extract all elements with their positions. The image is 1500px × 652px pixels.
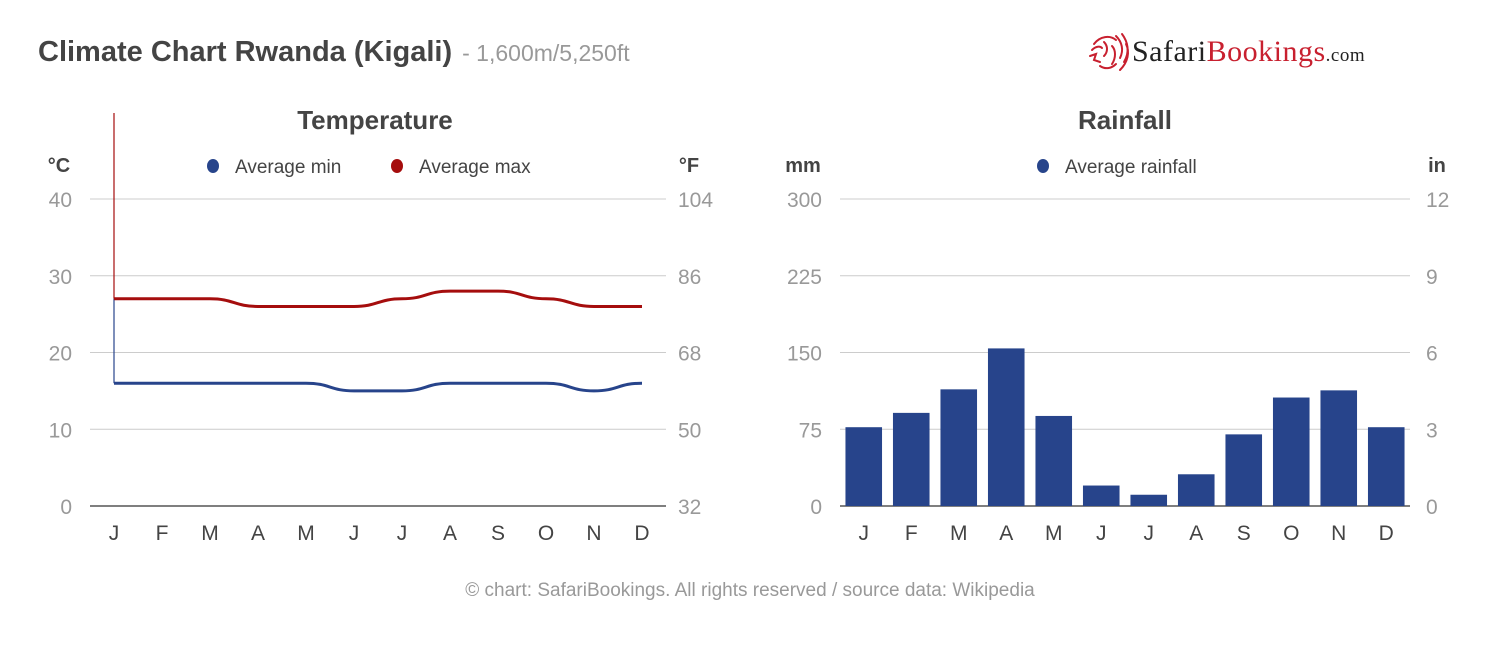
rainfall-y-tick-left: 225 — [787, 266, 822, 289]
temperature-y-tick-left: 40 — [49, 189, 72, 212]
temperature-x-tick-label: M — [297, 522, 315, 545]
temperature-legend-label-0: Average min — [235, 157, 341, 178]
rainfall-x-tick-label: O — [1283, 522, 1299, 545]
rainfall-y-tick-left: 75 — [799, 419, 822, 442]
temperature-x-tick-label: A — [443, 522, 457, 545]
climate-charts: Temperature°C °FAverage min Average max0 32… — [48, 105, 1450, 545]
rainfall-bar-m-2 — [940, 389, 978, 506]
temperature-y-tick-left: 0 — [60, 496, 72, 519]
rainfall-y-tick-right: 12 — [1426, 189, 1449, 212]
temperature-x-tick-label: J — [109, 522, 120, 545]
temperature-line-average-min — [114, 381, 643, 393]
rainfall-y-tick-left: 300 — [787, 189, 822, 212]
temperature-x-tick-label: D — [634, 522, 649, 545]
rainfall-x-tick-label: F — [905, 522, 918, 545]
rainfall-x-tick-label: D — [1379, 522, 1394, 545]
rainfall-chart-title: Rainfall — [1078, 105, 1172, 135]
temperature-x-tick-label: O — [538, 522, 554, 545]
footer-credit: © chart: SafariBookings. All rights rese… — [465, 580, 1035, 601]
rainfall-legend-marker-0 — [1037, 159, 1049, 173]
temperature-line-average-max — [114, 289, 642, 308]
temperature-x-tick-label: S — [491, 522, 505, 545]
temperature-x-tick-label: J — [397, 522, 408, 545]
temperature-x-tick-label: M — [201, 522, 219, 545]
rainfall-y-tick-right: 3 — [1426, 419, 1438, 442]
rainfall-bar-j-0 — [845, 427, 883, 506]
rainfall-bar-o-9 — [1272, 397, 1310, 506]
temperature-y-tick-right: 32 — [678, 496, 701, 519]
rainfall-bar-j-5 — [1082, 485, 1120, 506]
rainfall-bar-m-4 — [1035, 415, 1073, 506]
temperature-chart-title: Temperature — [297, 105, 453, 135]
temperature-y-tick-left: 10 — [49, 419, 72, 442]
rainfall-bar-a-7 — [1177, 474, 1215, 506]
rainfall-x-tick-label: S — [1237, 522, 1251, 545]
temperature-y-tick-right: 104 — [678, 189, 713, 212]
rainfall-legend-label-0: Average rainfall — [1065, 157, 1197, 178]
temperature-x-tick-label: A — [251, 522, 265, 545]
temperature-y-tick-left: 20 — [49, 343, 72, 366]
temperature-x-tick-label: J — [349, 522, 360, 545]
temperature-x-tick-label: F — [156, 522, 169, 545]
rainfall-y-tick-right: 6 — [1426, 343, 1438, 366]
rainfall-bar-j-6 — [1130, 494, 1168, 506]
temperature-right-unit-label: °F — [679, 155, 699, 177]
temperature-legend-label-1: Average max — [419, 157, 531, 178]
rainfall-y-tick-right: 0 — [1426, 496, 1438, 519]
temperature-legend-marker-0 — [207, 159, 219, 173]
temperature-left-unit-label: °C — [48, 155, 70, 177]
rainfall-x-tick-label: A — [1189, 522, 1203, 545]
rainfall-bar-d-11 — [1367, 427, 1405, 506]
rainfall-bar-n-10 — [1320, 390, 1358, 506]
rainfall-x-tick-label: A — [999, 522, 1013, 545]
rainfall-bar-s-8 — [1225, 434, 1263, 506]
rainfall-x-tick-label: M — [1045, 522, 1063, 545]
rainfall-y-tick-right: 9 — [1426, 266, 1438, 289]
temperature-y-tick-right: 68 — [678, 343, 701, 366]
temperature-x-tick-label: N — [586, 522, 601, 545]
rainfall-bar-f-1 — [892, 412, 930, 506]
rainfall-bar-a-3 — [987, 348, 1025, 506]
rainfall-left-unit-label: mm — [785, 155, 821, 177]
rainfall-x-tick-label: N — [1331, 522, 1346, 545]
temperature-y-tick-right: 86 — [678, 266, 701, 289]
rainfall-y-tick-left: 150 — [787, 343, 822, 366]
rainfall-x-tick-label: J — [1144, 522, 1155, 545]
rainfall-x-tick-label: J — [859, 522, 870, 545]
rainfall-right-unit-label: in — [1428, 155, 1446, 177]
temperature-y-tick-right: 50 — [678, 419, 701, 442]
rainfall-x-tick-label: M — [950, 522, 968, 545]
rainfall-y-tick-left: 0 — [810, 496, 822, 519]
rainfall-x-tick-label: J — [1096, 522, 1107, 545]
temperature-legend-marker-1 — [391, 159, 403, 173]
temperature-y-tick-left: 30 — [49, 266, 72, 289]
